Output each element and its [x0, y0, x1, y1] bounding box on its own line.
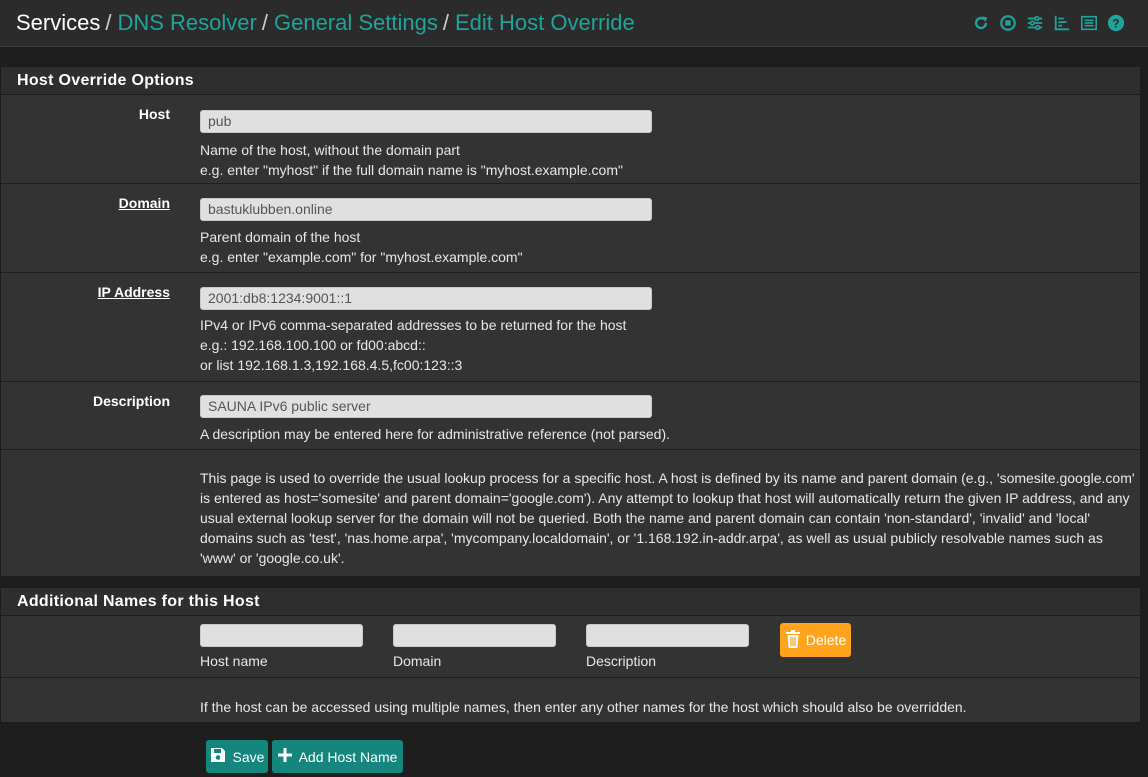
help-icon[interactable]: ?	[1105, 12, 1126, 34]
save-button-label: Save	[232, 748, 265, 765]
domain-help: Parent domain of the host e.g. enter "ex…	[200, 227, 523, 267]
host-label: Host	[138, 106, 170, 122]
breadcrumb-services: Services	[16, 10, 101, 35]
add-host-name-button[interactable]: Add Host Name	[272, 740, 403, 773]
host-input[interactable]: pub	[200, 110, 652, 133]
host-name-input[interactable]	[200, 624, 363, 647]
ip-help-line3: or list 192.168.1.3,192.168.4.5,fc00:123…	[200, 357, 463, 373]
host-help-line1: Name of the host, without the domain par…	[200, 142, 460, 158]
additional-names-panel: Additional Names for this Host Host name…	[0, 587, 1141, 723]
page-header: Services / DNS Resolver / General Settings / E…	[0, 0, 1148, 47]
breadcrumb-general-settings[interactable]: General Settings	[274, 10, 438, 35]
delete-button[interactable]: Delete	[780, 623, 851, 657]
breadcrumb-dns-resolver[interactable]: DNS Resolver	[117, 10, 256, 35]
additional-name-row: Host name Domain Description Delete	[1, 616, 1140, 678]
domain-help-line2: e.g. enter "example.com" for "myhost.exa…	[200, 249, 523, 265]
header-icons: ?	[970, 12, 1126, 34]
additional-description-label: Description	[586, 653, 657, 669]
host-help: Name of the host, without the domain par…	[200, 140, 623, 180]
host-override-note: This page is used to override the usual …	[200, 470, 1135, 566]
host-row: Host pub Name of the host, without the d…	[1, 95, 1140, 184]
panel-title-additional-names: Additional Names for this Host	[1, 588, 1140, 616]
additional-description-input[interactable]	[586, 624, 749, 647]
host-name-label: Host name	[200, 653, 268, 669]
additional-domain-input[interactable]	[393, 624, 556, 647]
add-host-name-label: Add Host Name	[298, 748, 398, 765]
ip-label: IP Address	[97, 284, 170, 300]
domain-input[interactable]: bastuklubben.online	[200, 198, 652, 221]
ip-input[interactable]: 2001:db8:1234:9001::1	[200, 287, 652, 310]
restart-icon[interactable]	[970, 12, 991, 34]
settings-icon[interactable]	[1024, 12, 1045, 34]
stop-icon[interactable]	[997, 12, 1018, 34]
additional-names-note: If the host can be accessed using multip…	[200, 699, 967, 715]
breadcrumb-edit-host-override[interactable]: Edit Host Override	[455, 10, 635, 35]
additional-note-row: If the host can be accessed using multip…	[1, 678, 1140, 722]
ip-row: IP Address 2001:db8:1234:9001::1 IPv4 or…	[1, 273, 1140, 382]
description-input[interactable]: SAUNA IPv6 public server	[200, 395, 652, 418]
description-help: A description may be entered here for ad…	[200, 426, 671, 442]
list-icon[interactable]	[1078, 12, 1099, 34]
plus-icon	[277, 748, 292, 765]
svg-text:?: ?	[1112, 18, 1119, 31]
save-icon	[210, 747, 226, 766]
domain-row: Domain bastuklubben.online Parent domain…	[1, 184, 1140, 273]
description-row: Description SAUNA IPv6 public server A d…	[1, 382, 1140, 450]
ip-help-line2: e.g.: 192.168.100.100 or fd00:abcd::	[200, 337, 426, 353]
ip-help-line1: IPv4 or IPv6 comma-separated addresses t…	[200, 317, 627, 333]
breadcrumb: Services / DNS Resolver / General Settings / E…	[16, 10, 635, 35]
host-override-panel: Host Override Options Host pub Name of t…	[0, 66, 1141, 577]
domain-label: Domain	[118, 195, 170, 211]
additional-domain-label: Domain	[393, 653, 442, 669]
description-label: Description	[92, 393, 170, 409]
host-help-line2: e.g. enter "myhost" if the full domain n…	[200, 162, 623, 178]
chart-icon[interactable]	[1051, 12, 1072, 34]
trash-icon	[785, 629, 801, 651]
save-button[interactable]: Save	[206, 740, 268, 773]
delete-button-label: Delete	[805, 632, 847, 648]
note-row: This page is used to override the usual …	[1, 450, 1140, 575]
panel-title-host-override: Host Override Options	[1, 67, 1140, 95]
ip-help: IPv4 or IPv6 comma-separated addresses t…	[200, 315, 626, 375]
domain-help-line1: Parent domain of the host	[200, 229, 361, 245]
